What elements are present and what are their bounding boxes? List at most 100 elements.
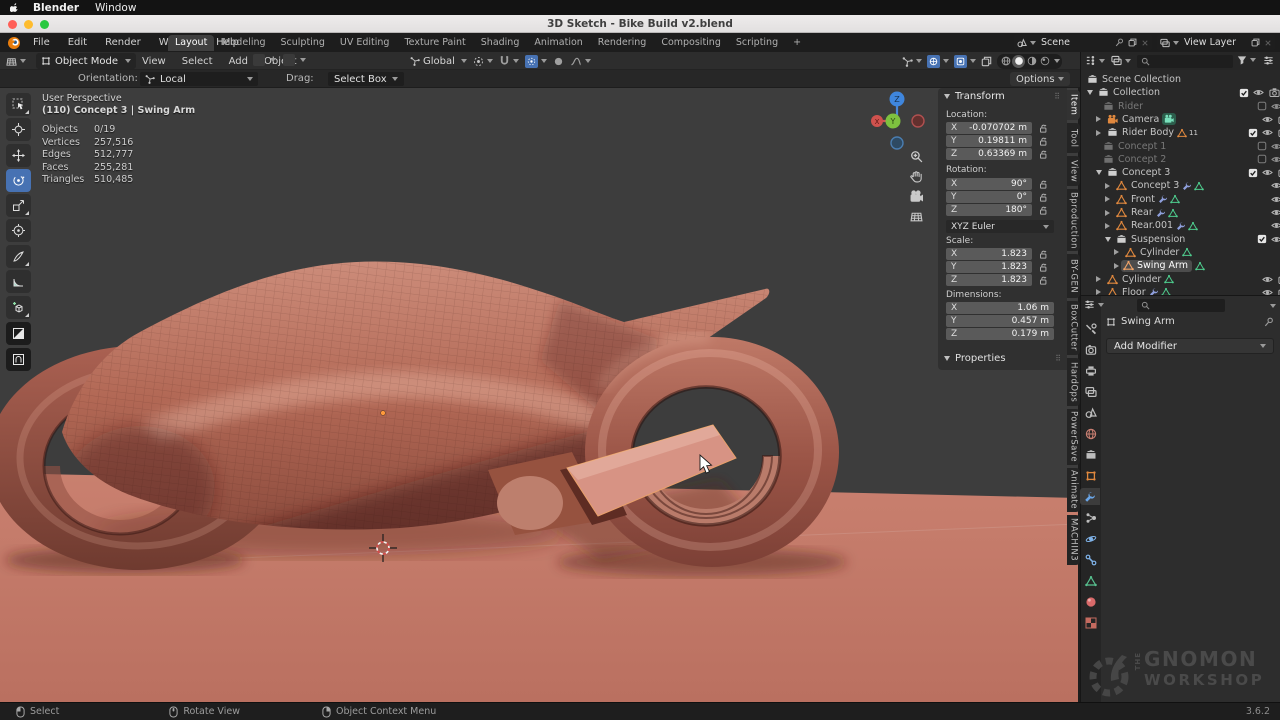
hide-eye-icon[interactable]	[1262, 287, 1273, 295]
lock-icon[interactable]	[1038, 205, 1048, 215]
hide-eye-icon[interactable]	[1271, 194, 1280, 205]
lock-icon[interactable]	[1038, 123, 1048, 133]
tab-collection-properties[interactable]	[1082, 446, 1100, 463]
tab-compositing[interactable]: Compositing	[654, 35, 728, 51]
outliner-filter[interactable]	[1237, 55, 1256, 65]
shading-material-button[interactable]	[1025, 55, 1038, 68]
render-visibility-icon[interactable]	[1269, 87, 1280, 98]
tab-constraint-properties[interactable]	[1082, 551, 1100, 568]
tab-bproduction[interactable]: Bproduction	[1067, 189, 1080, 251]
hide-eye-icon[interactable]	[1262, 274, 1273, 285]
new-view-layer-icon[interactable]	[1251, 38, 1260, 47]
drag-setting-dropdown[interactable]: Select Box	[328, 72, 404, 86]
rotation-z-field[interactable]: Z180°	[946, 204, 1032, 216]
outliner-row-camera[interactable]: Camera	[1081, 113, 1280, 126]
dimensions-x-field[interactable]: X1.06 m	[946, 302, 1054, 314]
outliner-row-concept-1[interactable]: Concept 1	[1081, 140, 1280, 153]
exclude-checkbox[interactable]	[1248, 128, 1258, 138]
tab-scripting[interactable]: Scripting	[729, 35, 785, 51]
tab-data-properties[interactable]	[1082, 572, 1100, 589]
tab-tool[interactable]: Tool	[1067, 123, 1080, 153]
hide-eye-icon[interactable]	[1253, 87, 1264, 98]
scale-x-field[interactable]: X1.823	[946, 248, 1032, 260]
pin-icon[interactable]	[1264, 317, 1274, 327]
view-layer-selector[interactable]: View Layer	[1157, 35, 1275, 50]
menu-render[interactable]: Render	[96, 37, 150, 48]
properties-panel-header[interactable]: Properties ⠿	[938, 350, 1067, 367]
exclude-checkbox[interactable]	[1257, 101, 1267, 111]
tab-output-properties[interactable]	[1082, 362, 1100, 379]
tab-by-gen[interactable]: BY-GEN	[1067, 254, 1080, 298]
exclude-checkbox[interactable]	[1248, 168, 1258, 178]
outliner-row-cylinder-suspension[interactable]: Cylinder	[1081, 246, 1280, 259]
tab-tool-properties[interactable]	[1082, 320, 1100, 337]
falloff-sphere-icon[interactable]	[553, 56, 564, 67]
pivot-point-dropdown[interactable]	[473, 56, 493, 67]
outliner-row-rear[interactable]: Rear	[1081, 206, 1280, 219]
outliner-row-collection[interactable]: Collection	[1081, 86, 1280, 99]
tab-scene-properties[interactable]	[1082, 404, 1100, 421]
scale-z-field[interactable]: Z1.823	[946, 274, 1032, 286]
mode-dropdown[interactable]: Object Mode	[36, 53, 136, 69]
show-gizmos-toggle[interactable]	[902, 56, 922, 67]
lock-icon[interactable]	[1038, 262, 1048, 272]
menu-file[interactable]: File	[24, 37, 59, 48]
tab-animate[interactable]: Animate	[1067, 468, 1080, 512]
measure-tool[interactable]	[6, 270, 31, 293]
dimensions-z-field[interactable]: Z0.179 m	[946, 328, 1054, 340]
tab-render-properties[interactable]	[1082, 341, 1100, 358]
rotation-y-field[interactable]: Y0°	[946, 191, 1032, 203]
outliner-settings-icon[interactable]	[1263, 55, 1274, 66]
tool-widget-1[interactable]	[253, 54, 276, 66]
tab-physics-properties[interactable]	[1082, 530, 1100, 547]
outliner-row-concept-3-object[interactable]: Concept 3	[1081, 179, 1280, 192]
tab-uv-editing[interactable]: UV Editing	[333, 35, 397, 51]
tab-machin3[interactable]: MACHIN3	[1067, 515, 1080, 565]
macos-titlebar[interactable]: 3D Sketch - Bike Build v2.blend	[0, 15, 1280, 33]
menu-edit[interactable]: Edit	[59, 37, 96, 48]
hide-eye-icon[interactable]	[1271, 101, 1280, 112]
exclude-checkbox[interactable]	[1257, 141, 1267, 151]
tab-view[interactable]: View	[1067, 156, 1080, 186]
tab-view-layer-properties[interactable]	[1082, 383, 1100, 400]
outliner-row-front[interactable]: Front	[1081, 193, 1280, 206]
add-primitive-tool[interactable]	[6, 296, 31, 319]
properties-search[interactable]	[1137, 299, 1225, 312]
outliner-row-concept-3-collection[interactable]: Concept 3	[1081, 166, 1280, 179]
location-x-field[interactable]: X-0.070702 m	[946, 122, 1032, 134]
hide-eye-icon[interactable]	[1262, 167, 1273, 178]
tab-rendering[interactable]: Rendering	[591, 35, 654, 51]
tab-hardops[interactable]: HardOps	[1067, 358, 1080, 406]
outliner-row-concept-2[interactable]: Concept 2	[1081, 153, 1280, 166]
add-modifier-button[interactable]: Add Modifier	[1106, 338, 1274, 354]
orientation-setting-dropdown[interactable]: Local	[140, 72, 258, 86]
outliner-row-rider-body[interactable]: Rider Body 11	[1081, 126, 1280, 139]
tab-world-properties[interactable]	[1082, 425, 1100, 442]
lock-icon[interactable]	[1038, 275, 1048, 285]
hide-eye-icon[interactable]	[1271, 207, 1280, 218]
properties-editor-selector[interactable]	[1084, 299, 1104, 310]
hardops-tool[interactable]	[6, 348, 31, 371]
scale-y-field[interactable]: Y1.823	[946, 261, 1032, 273]
shading-solid-button[interactable]	[1012, 55, 1025, 68]
tab-item[interactable]: Item	[1067, 90, 1080, 120]
location-z-field[interactable]: Z0.63369 m	[946, 148, 1032, 160]
outliner-search-input[interactable]	[1150, 55, 1224, 67]
shading-rendered-button[interactable]	[1038, 55, 1051, 68]
tool-widget-2[interactable]	[283, 54, 306, 66]
apple-logo-icon[interactable]	[10, 2, 21, 14]
annotate-tool[interactable]	[6, 245, 31, 268]
transform-panel-header[interactable]: Transform ⠿	[938, 88, 1067, 105]
tab-shading[interactable]: Shading	[474, 35, 527, 51]
lock-icon[interactable]	[1038, 136, 1048, 146]
panel-drag-handle[interactable]: ⠿	[1054, 92, 1061, 101]
gizmo-axis-z-neg[interactable]	[891, 137, 903, 149]
tab-modifier-properties[interactable]	[1080, 488, 1100, 505]
dimensions-y-field[interactable]: Y0.457 m	[946, 315, 1054, 327]
new-scene-icon[interactable]	[1128, 38, 1137, 47]
tab-texture-paint[interactable]: Texture Paint	[397, 35, 472, 51]
exclude-checkbox[interactable]	[1239, 88, 1249, 98]
boxcutter-tool[interactable]	[6, 322, 31, 345]
snap-controls[interactable]	[499, 56, 519, 67]
rotation-mode-dropdown[interactable]: XYZ Euler	[946, 220, 1054, 233]
